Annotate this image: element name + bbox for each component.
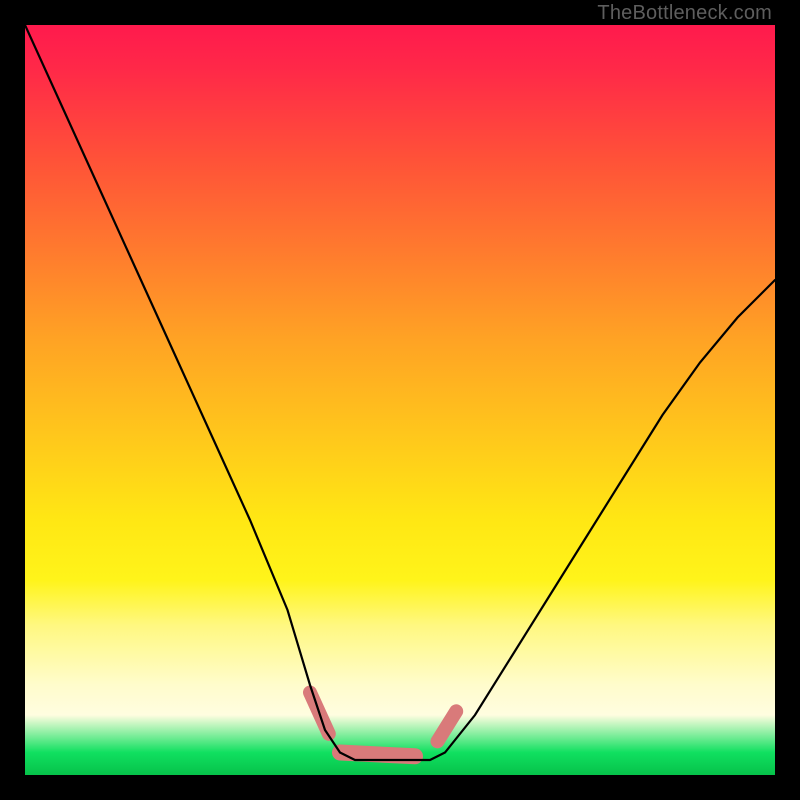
chart-frame: TheBottleneck.com: [0, 0, 800, 800]
capsule-mid: [340, 753, 415, 757]
watermark-text: TheBottleneck.com: [597, 2, 772, 25]
plot-area: [25, 25, 775, 775]
bottleneck-curve: [25, 25, 775, 760]
markers-group: [310, 693, 456, 757]
capsule-right: [438, 711, 457, 741]
chart-svg: [25, 25, 775, 775]
